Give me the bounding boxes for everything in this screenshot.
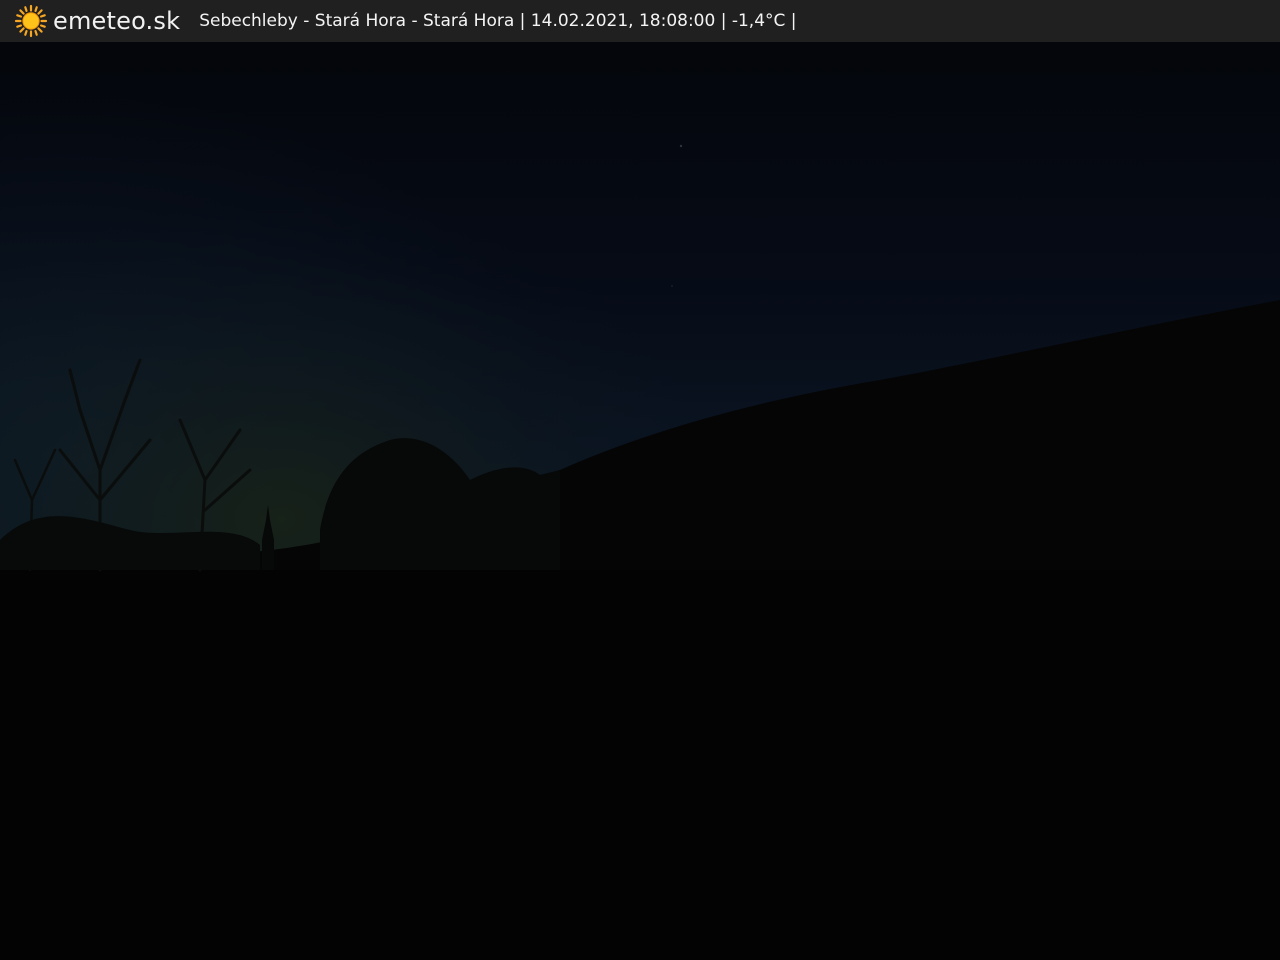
webcam-caption: Sebechleby - Stará Hora - Stará Hora | 1… [199,11,797,31]
ground [0,570,1280,960]
webcam-frame: emeteo.sk Sebechleby - Stará Hora - Star… [0,0,1280,960]
night-sky-photo [0,42,1280,960]
sun-icon [14,4,48,38]
star [671,285,673,287]
brand-name: emeteo.sk [53,7,181,35]
brand-logo[interactable]: emeteo.sk [14,0,180,42]
star [679,144,683,148]
header-bar: emeteo.sk Sebechleby - Stará Hora - Star… [0,0,1280,42]
